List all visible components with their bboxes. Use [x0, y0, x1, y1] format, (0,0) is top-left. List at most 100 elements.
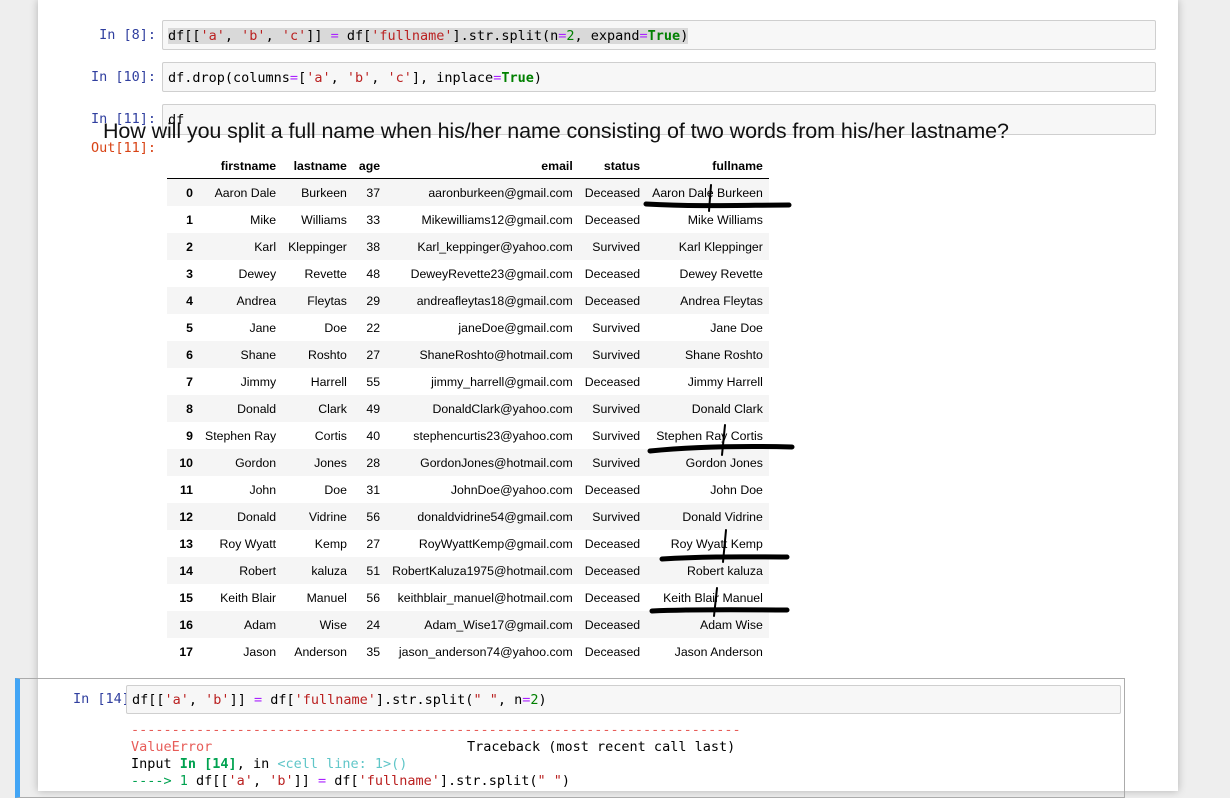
firstname-cell: Jimmy	[240, 374, 277, 389]
age-cell: 29	[366, 293, 381, 308]
lastname-cell: Cortis	[314, 428, 347, 443]
email-cell: ShaneRoshto@hotmail.com	[419, 347, 573, 362]
status-cell: Survived	[592, 401, 641, 416]
email-cell: donaldvidrine54@gmail.com	[417, 509, 573, 524]
firstname-cell: Adam	[243, 617, 277, 632]
lastname-cell: Doe	[324, 320, 347, 335]
lastname-cell: Kleppinger	[288, 239, 347, 254]
age-cell: 37	[366, 185, 381, 200]
firstname-cell: Andrea	[236, 293, 277, 308]
traceback-input-line: Input In [14], in <cell line: 1>()	[131, 756, 408, 772]
table-row: 10 Gordon Jones 28 GordonJones@hotmail.com Su…	[167, 449, 769, 476]
row-index: 4	[186, 293, 193, 308]
table-row: 12 Donald Vidrine 56 donaldvidrine54@gmail.c…	[167, 503, 769, 530]
row-index: 6	[186, 347, 193, 362]
fullname-cell: Jimmy Harrell	[687, 374, 763, 389]
table-row: 7 Jimmy Harrell 55 jimmy_harrell@gmail.com De…	[167, 368, 769, 395]
column-header: fullname	[646, 154, 769, 179]
column-header: age	[352, 154, 387, 179]
fullname-cell: Stephen Ray Cortis	[656, 428, 763, 443]
lastname-cell: Jones	[314, 455, 347, 470]
lastname-cell: Burkeen	[301, 185, 347, 200]
status-cell: Survived	[592, 239, 641, 254]
row-index: 0	[186, 185, 193, 200]
row-index: 9	[186, 428, 193, 443]
lastname-cell: kaluza	[311, 563, 347, 578]
table-row: 15 Keith Blair Manuel 56 keithblair_manuel@h…	[167, 584, 769, 611]
table-row: 17 Jason Anderson 35 jason_anderson74@yahoo.…	[167, 638, 769, 665]
lastname-cell: Harrell	[310, 374, 347, 389]
row-index: 12	[179, 509, 193, 524]
row-index: 1	[186, 212, 193, 227]
email-cell: keithblair_manuel@hotmail.com	[397, 590, 573, 605]
fullname-cell: Jason Anderson	[674, 644, 763, 659]
age-cell: 55	[366, 374, 381, 389]
code-input[interactable]: df.drop(columns=['a', 'b', 'c'], inplace…	[162, 62, 1156, 92]
table-row: 13 Roy Wyatt Kemp 27 RoyWyattKemp@gmail.com D…	[167, 530, 769, 557]
row-index: 5	[186, 320, 193, 335]
status-cell: Deceased	[584, 482, 641, 497]
code-input[interactable]: df[['a', 'b']] = df['fullname'].str.spli…	[126, 685, 1121, 714]
table-row: 0 Aaron Dale Burkeen 37 aaronburkeen@gmail.c…	[167, 178, 769, 206]
fullname-cell: Roy Wyatt Kemp	[670, 536, 763, 551]
table-row: 3 Dewey Revette 48 DeweyRevette23@gmail.com D…	[167, 260, 769, 287]
table-row: 11 John Doe 31 JohnDoe@yahoo.com Deceased John…	[167, 476, 769, 503]
status-cell: Survived	[592, 428, 641, 443]
firstname-cell: Karl	[254, 239, 277, 254]
status-cell: Deceased	[584, 374, 641, 389]
email-cell: jimmy_harrell@gmail.com	[431, 374, 573, 389]
active-code-cell[interactable]: In [14]: df[['a', 'b']] = df['fullname']…	[15, 678, 1125, 798]
column-header: firstname	[199, 154, 283, 179]
input-prompt: In [14]:	[72, 691, 138, 707]
firstname-cell: Stephen Ray	[205, 428, 277, 443]
lastname-cell: Anderson	[294, 644, 347, 659]
question-overlay: How will you split a full name when his/…	[103, 119, 1009, 143]
column-header: lastname	[282, 154, 353, 179]
status-cell: Deceased	[584, 266, 641, 281]
row-index: 7	[186, 374, 193, 389]
fullname-cell: Aaron Dale Burkeen	[652, 185, 763, 200]
firstname-cell: John	[249, 482, 277, 497]
input-prompt: In [8]:	[99, 27, 156, 43]
age-cell: 48	[366, 266, 381, 281]
age-cell: 27	[366, 347, 381, 362]
error-name: ValueError	[131, 739, 213, 755]
lastname-cell: Wise	[319, 617, 347, 632]
lastname-cell: Manuel	[306, 590, 347, 605]
lastname-cell: Williams	[301, 212, 347, 227]
fullname-cell: Robert kaluza	[687, 563, 763, 578]
email-cell: jason_anderson74@yahoo.com	[398, 644, 573, 659]
column-header	[167, 154, 199, 179]
lastname-cell: Revette	[304, 266, 347, 281]
status-cell: Deceased	[584, 185, 641, 200]
row-index: 13	[179, 536, 193, 551]
email-cell: GordonJones@hotmail.com	[420, 455, 573, 470]
email-cell: andreafleytas18@gmail.com	[416, 293, 573, 308]
age-cell: 38	[366, 239, 381, 254]
row-index: 15	[179, 590, 193, 605]
row-index: 17	[179, 644, 193, 659]
cell-line-link[interactable]: <cell line: 1>	[277, 756, 391, 772]
status-cell: Deceased	[584, 536, 641, 551]
table-row: 6 Shane Roshto 27 ShaneRoshto@hotmail.com Sur…	[167, 341, 769, 368]
firstname-cell: Shane	[240, 347, 277, 362]
email-cell: stephencurtis23@yahoo.com	[413, 428, 573, 443]
email-cell: RoyWyattKemp@gmail.com	[418, 536, 573, 551]
status-cell: Survived	[592, 509, 641, 524]
code-input[interactable]: df[['a', 'b', 'c']] = df['fullname'].str…	[162, 20, 1156, 50]
email-cell: DonaldClark@yahoo.com	[432, 401, 573, 416]
row-index: 11	[180, 482, 193, 497]
column-header: email	[386, 154, 579, 179]
age-cell: 28	[366, 455, 381, 470]
row-index: 16	[179, 617, 193, 632]
firstname-cell: Mike	[250, 212, 277, 227]
lastname-cell: Kemp	[314, 536, 347, 551]
firstname-cell: Robert	[239, 563, 277, 578]
fullname-cell: Gordon Jones	[685, 455, 763, 470]
email-cell: DeweyRevette23@gmail.com	[410, 266, 573, 281]
email-cell: RobertKaluza1975@hotmail.com	[392, 563, 573, 578]
fullname-cell: Karl Kleppinger	[678, 239, 763, 254]
column-header: status	[578, 154, 647, 179]
lastname-cell: Vidrine	[308, 509, 347, 524]
firstname-cell: Jason	[243, 644, 277, 659]
